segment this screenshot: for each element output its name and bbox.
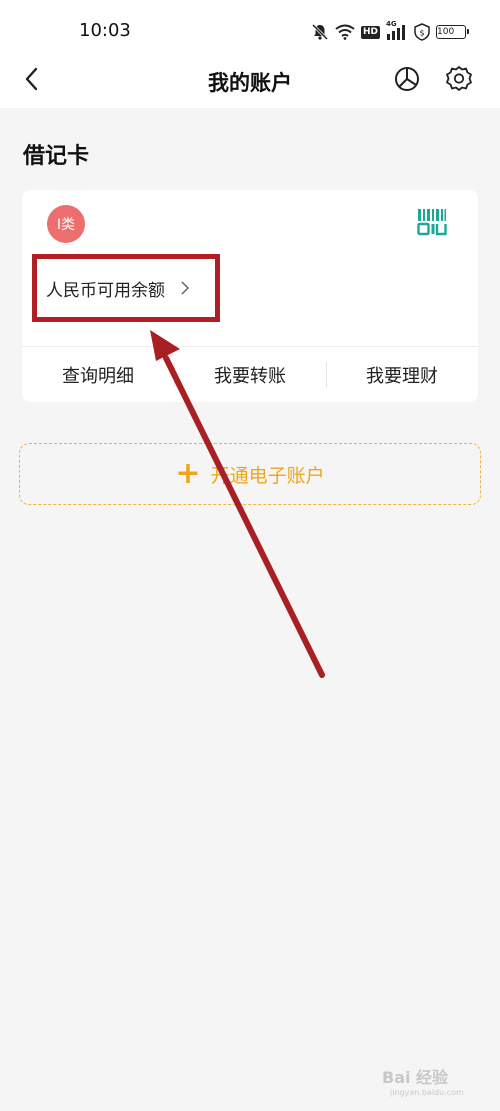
watermark-main: Bai 经验	[382, 1068, 449, 1087]
status-icons: HD 4G $ 100	[311, 20, 469, 44]
card-actions: 查询明细 我要转账 我要理财	[22, 347, 478, 402]
query-details-button[interactable]: 查询明细	[22, 347, 174, 402]
wealth-management-button[interactable]: 我要理财	[326, 347, 478, 402]
page-title: 我的账户	[208, 71, 292, 95]
status-time: 10:03	[79, 20, 131, 41]
hd-icon: HD	[360, 25, 380, 39]
watermark-sub: jingyan.baidu.com	[390, 1088, 464, 1097]
pie-chart-icon[interactable]	[392, 64, 422, 94]
open-account-label: 开通电子账户	[210, 464, 325, 487]
nav-bar: 我的账户	[0, 56, 500, 104]
top-bar: 10:03 HD 4G $ 100 我的账户	[0, 0, 500, 108]
signal-icon: 4G	[386, 20, 408, 40]
qr-code-icon[interactable]	[416, 207, 448, 237]
transfer-button[interactable]: 我要转账	[174, 347, 326, 402]
section-title-debit-card: 借记卡	[23, 144, 90, 169]
vpn-icon: $	[414, 23, 430, 41]
bell-muted-icon	[311, 23, 329, 41]
annotation-highlight-box	[32, 254, 220, 322]
svg-text:$: $	[419, 29, 424, 38]
plus-icon: +	[175, 456, 201, 491]
open-e-account-button[interactable]: + 开通电子账户	[19, 443, 481, 505]
status-bar: 10:03 HD 4G $ 100	[0, 0, 500, 60]
wifi-icon	[335, 24, 355, 40]
battery-icon: 100	[436, 25, 469, 39]
gear-icon[interactable]	[444, 64, 474, 94]
card-class-badge: I类	[47, 205, 85, 243]
network-label: 4G	[386, 20, 397, 28]
watermark-logo: Bai 经验 jingyan.baidu.com	[382, 1064, 492, 1104]
